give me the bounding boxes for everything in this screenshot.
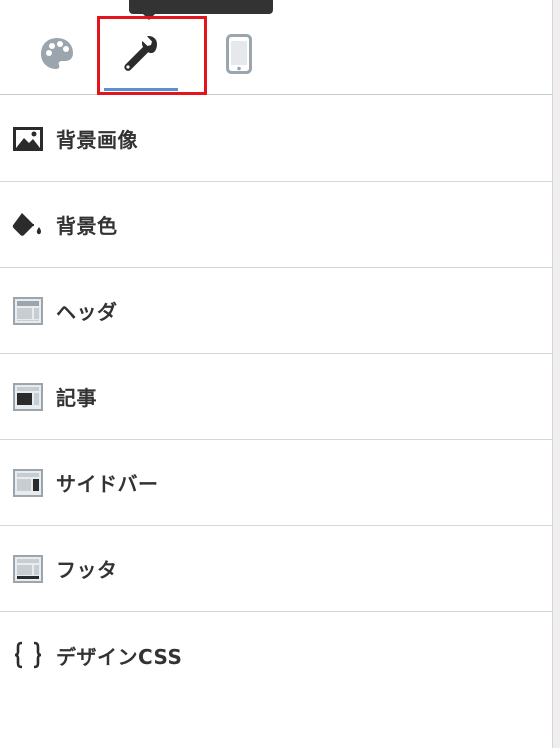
menu-item-label: サイドバー	[56, 472, 159, 496]
tooltip-arrow	[143, 14, 155, 20]
tooltip	[129, 0, 273, 14]
menu-item-label: ヘッダ	[56, 300, 118, 324]
layout-footer-icon	[12, 553, 44, 585]
paint-bucket-icon	[12, 209, 44, 241]
menu-item-label: 背景画像	[56, 128, 138, 152]
menu-item-background-color[interactable]: 背景色	[0, 182, 552, 268]
tab-palette[interactable]	[20, 20, 94, 91]
menu-item-label: フッタ	[56, 558, 118, 582]
layout-header-icon	[12, 295, 44, 327]
menu-item-label: デザインCSS	[56, 644, 183, 669]
menu-item-sidebar[interactable]: サイドバー	[0, 440, 552, 526]
menu-item-label: 背景色	[56, 214, 118, 238]
menu-item-label: 記事	[56, 386, 97, 410]
tab-bar	[0, 0, 552, 95]
image-icon	[12, 123, 44, 155]
menu-item-header[interactable]: ヘッダ	[0, 268, 552, 354]
settings-menu: 背景画像 背景色 ヘッダ 記事 サイドバー フッタ デザインCSS	[0, 96, 552, 698]
braces-icon	[12, 639, 44, 671]
tab-mobile[interactable]	[202, 20, 276, 91]
menu-item-article[interactable]: 記事	[0, 354, 552, 440]
tab-settings[interactable]	[104, 20, 178, 91]
menu-item-footer[interactable]: フッタ	[0, 526, 552, 612]
window-edge	[552, 0, 560, 748]
menu-item-background-image[interactable]: 背景画像	[0, 96, 552, 182]
layout-sidebar-icon	[12, 467, 44, 499]
menu-item-design-css[interactable]: デザインCSS	[0, 612, 552, 698]
palette-icon	[39, 36, 75, 76]
layout-article-icon	[12, 381, 44, 413]
active-tab-indicator	[104, 88, 178, 91]
mobile-icon	[226, 33, 252, 78]
design-settings-panel: 背景画像 背景色 ヘッダ 記事 サイドバー フッタ デザインCSS	[0, 0, 552, 748]
wrench-icon	[121, 34, 161, 78]
